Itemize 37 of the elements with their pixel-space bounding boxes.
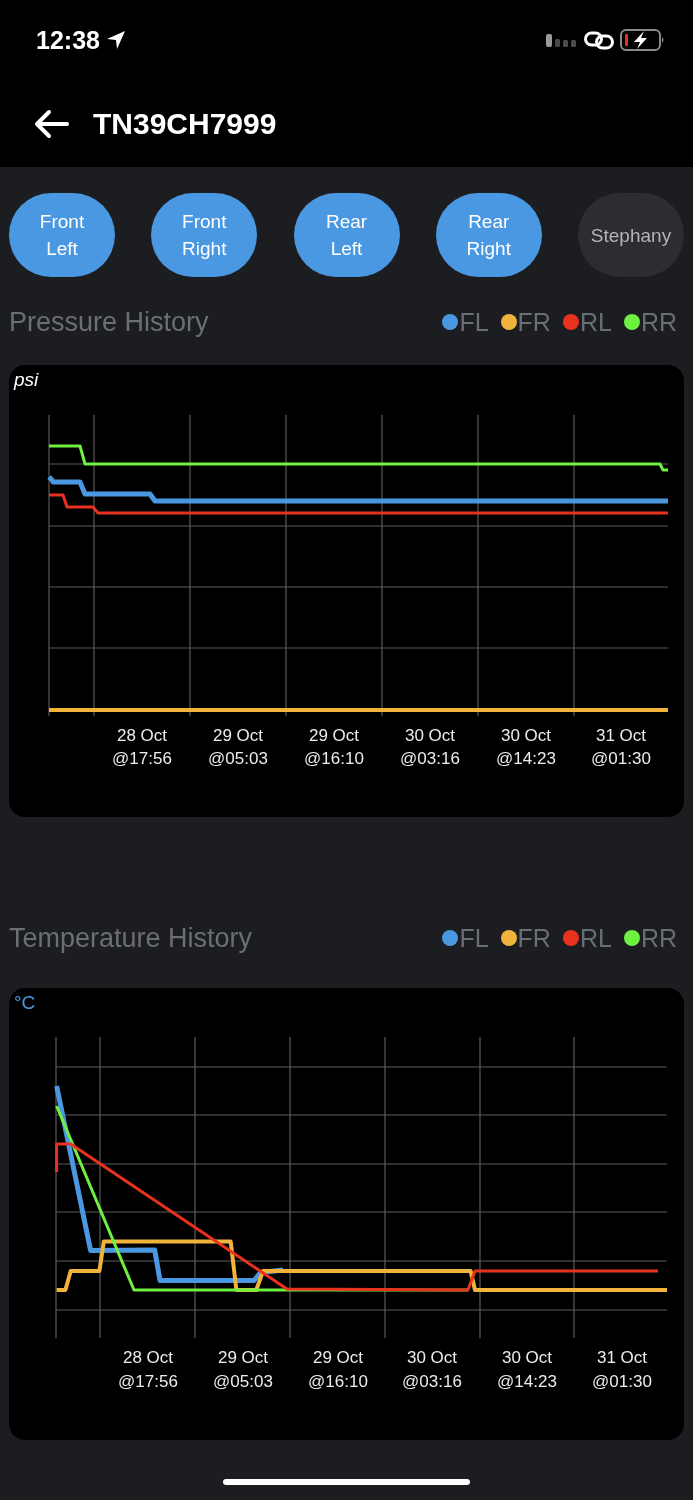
signal-icon xyxy=(546,33,578,47)
back-arrow-icon xyxy=(33,108,69,139)
vehicle-title: TN39CH7999 xyxy=(93,106,277,141)
filter-pill[interactable]: Front Right xyxy=(151,193,258,277)
legend-label: RL xyxy=(579,923,612,953)
legend-label: FL xyxy=(459,923,489,953)
time-axis-label: 28 Oct @17:56 xyxy=(112,726,172,768)
status-time: 12:38 xyxy=(36,25,100,55)
filter-pill[interactable]: Rear Left xyxy=(293,193,400,277)
unit-label: °C xyxy=(14,992,36,1014)
time-axis-label: 30 Oct @03:16 xyxy=(400,726,460,768)
unit-label: psi xyxy=(14,369,39,391)
legend-label: FL xyxy=(459,307,489,337)
time-axis-label: 29 Oct @16:10 xyxy=(304,726,364,768)
legend-label: FR xyxy=(517,923,551,953)
legend-label: FR xyxy=(517,307,551,337)
section-title: Temperature History xyxy=(9,922,253,954)
time-axis-label: 30 Oct @03:16 xyxy=(402,1348,462,1391)
location-arrow-icon xyxy=(105,30,126,50)
back-button[interactable] xyxy=(33,108,69,139)
time-axis-label: 29 Oct @05:03 xyxy=(213,1348,273,1391)
legend-label: RR xyxy=(640,307,677,337)
time-axis-label: 30 Oct @14:23 xyxy=(497,1348,557,1391)
time-axis-label: 29 Oct @16:10 xyxy=(308,1348,368,1391)
link-icon xyxy=(584,30,614,50)
time-axis-label: 30 Oct @14:23 xyxy=(496,726,556,768)
time-axis-label: 28 Oct @17:56 xyxy=(118,1348,178,1391)
filter-pill[interactable]: Front Left xyxy=(9,193,115,277)
filter-pill[interactable]: Rear Right xyxy=(435,193,542,277)
legend-label: RR xyxy=(640,923,677,953)
section-title: Pressure History xyxy=(9,306,209,338)
legend-label: RL xyxy=(579,307,612,337)
time-axis-label: 31 Oct @01:30 xyxy=(591,726,651,768)
filter-pill[interactable]: Stephany xyxy=(578,193,684,277)
time-axis-label: 31 Oct @01:30 xyxy=(592,1348,652,1391)
battery-charging-icon xyxy=(620,28,666,52)
time-axis-label: 29 Oct @05:03 xyxy=(208,726,268,768)
